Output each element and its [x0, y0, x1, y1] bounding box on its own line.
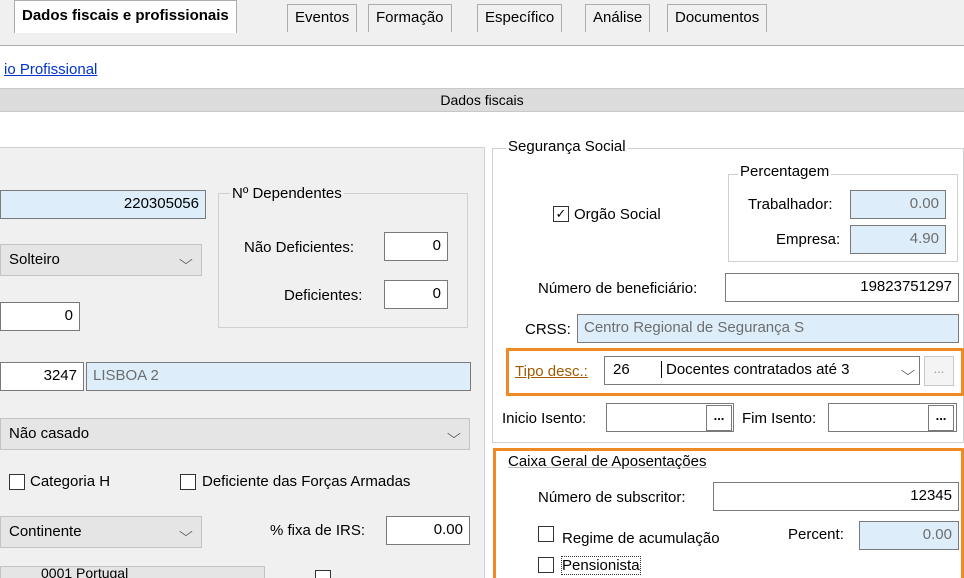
- orgao-social-checkbox[interactable]: ✓: [553, 206, 569, 222]
- tab-formacao[interactable]: Formação: [368, 4, 452, 32]
- reparticao-code-field[interactable]: 3247: [0, 362, 84, 391]
- categoria-h-checkbox[interactable]: [9, 474, 25, 490]
- tipo-desc-link[interactable]: Tipo desc.:: [515, 363, 588, 380]
- tipo-desc-select[interactable]: 26 Docentes contratados até 3 ⌵: [604, 356, 920, 385]
- inicio-isento-label: Inicio Isento:: [502, 410, 587, 427]
- estado-civil-select[interactable]: Solteiro ⌵: [0, 244, 202, 276]
- section-bar-title: Dados fiscais: [440, 92, 524, 108]
- regiao-select[interactable]: Continente ⌵: [0, 516, 202, 548]
- num-beneficiario-field[interactable]: 19823751297: [725, 273, 959, 302]
- num-subscritor-label: Número de subscritor:: [538, 489, 686, 506]
- fim-isento-label: Fim Isento:: [742, 410, 817, 427]
- crss-label: CRSS:: [525, 321, 571, 338]
- deficientes-label: Deficientes:: [284, 287, 363, 304]
- crss-field: Centro Regional de Segurança S: [577, 314, 959, 343]
- regime-acumulacao-checkbox[interactable]: [538, 526, 554, 542]
- tab-eventos[interactable]: Eventos: [287, 4, 358, 32]
- tipo-desc-code: 26: [613, 361, 630, 378]
- pais-value: 0001 Portugal: [41, 566, 129, 578]
- nif-field[interactable]: 220305056: [0, 190, 206, 219]
- estado-civil-value: Solteiro: [9, 251, 60, 268]
- regiao-value: Continente: [9, 523, 82, 540]
- categoria-h-label: Categoria H: [30, 473, 111, 490]
- deficientes-field[interactable]: 0: [384, 280, 448, 309]
- regime-acumulacao-label: Regime de acumulação: [562, 530, 720, 547]
- trabalhador-label: Trabalhador:: [748, 196, 833, 213]
- num-subscritor-field[interactable]: 12345: [713, 482, 959, 511]
- deficiente-fa-label: Deficiente das Forças Armadas: [202, 473, 411, 490]
- seguranca-social-title: Segurança Social: [506, 138, 628, 155]
- empresa-field: 4.90: [850, 225, 946, 254]
- pais-select-partial[interactable]: 0001 Portugal: [0, 566, 265, 578]
- cga-title: Caixa Geral de Aposentações: [508, 453, 707, 470]
- section-bar-dados-fiscais: Dados fiscais: [0, 88, 964, 112]
- dependentes-title: Nº Dependentes: [230, 185, 344, 202]
- titular-value: Não casado: [9, 425, 90, 442]
- chevron-down-icon: ⌵: [901, 363, 915, 378]
- titular-select[interactable]: Não casado ⌵: [0, 418, 470, 450]
- tab-especifico[interactable]: Específico: [477, 4, 563, 32]
- orgao-social-label: Orgão Social: [574, 206, 661, 223]
- zero-field[interactable]: 0: [0, 302, 80, 331]
- nao-deficientes-label: Não Deficientes:: [244, 239, 355, 256]
- fim-isento-ellipsis-button[interactable]: ...: [928, 405, 954, 431]
- num-beneficiario-label: Número de beneficiário:: [538, 280, 698, 297]
- percentagem-title: Percentagem: [738, 163, 832, 180]
- chevron-down-icon: ⌵: [447, 426, 461, 441]
- empresa-label: Empresa:: [776, 231, 841, 248]
- tipo-desc-ellipsis-button[interactable]: ...: [924, 356, 954, 386]
- profissional-link[interactable]: io Profissional: [4, 61, 97, 78]
- reparticao-name-field: LISBOA 2: [86, 362, 471, 391]
- pensionista-checkbox[interactable]: [538, 557, 554, 573]
- nao-deficientes-field[interactable]: 0: [384, 232, 448, 261]
- chevron-down-icon: ⌵: [179, 524, 193, 539]
- irs-label: % fixa de IRS:: [270, 522, 366, 539]
- partial-checkbox[interactable]: [315, 570, 331, 578]
- trabalhador-field: 0.00: [850, 190, 946, 219]
- check-icon: ✓: [555, 206, 567, 221]
- percent-field: 0.00: [859, 521, 959, 550]
- deficiente-fa-checkbox[interactable]: [180, 474, 196, 490]
- pensionista-label: Pensionista: [561, 556, 641, 575]
- tipo-desc-text: Docentes contratados até 3: [661, 361, 849, 378]
- inicio-isento-ellipsis-button[interactable]: ...: [706, 405, 732, 431]
- chevron-down-icon: ⌵: [179, 252, 193, 267]
- percent-label: Percent:: [788, 526, 844, 543]
- tab-dados-fiscais[interactable]: Dados fiscais e profissionais: [14, 0, 237, 33]
- tab-analise[interactable]: Análise: [585, 4, 651, 32]
- tab-documentos[interactable]: Documentos: [667, 4, 768, 32]
- irs-field[interactable]: 0.00: [386, 516, 470, 545]
